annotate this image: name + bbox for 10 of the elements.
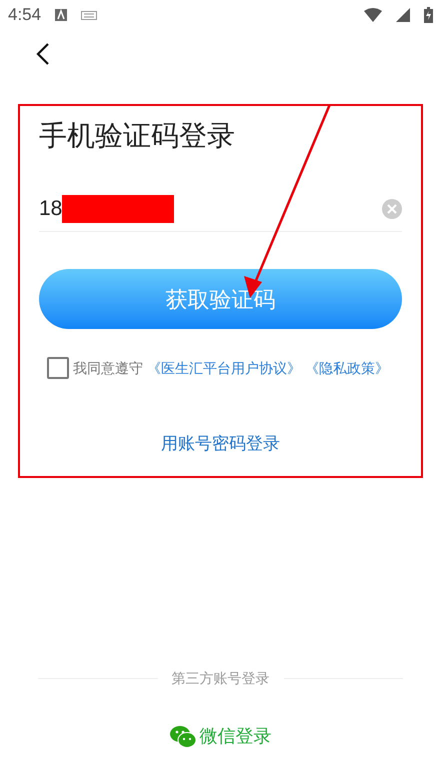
status-time: 4:54 xyxy=(8,4,42,26)
wechat-login-button[interactable]: 微信登录 xyxy=(170,723,272,750)
third-party-heading: 第三方账号登录 xyxy=(172,669,270,688)
agreement-link[interactable]: 《隐私政策》 xyxy=(305,358,389,378)
agreement-link[interactable]: 《医生汇平台用户协议》 xyxy=(147,358,301,378)
password-login-link[interactable]: 用账号密码登录 xyxy=(161,431,280,456)
get-code-button[interactable]: 获取验证码 xyxy=(39,269,402,329)
phone-field[interactable]: 18 xyxy=(39,186,402,232)
agreement-text: 我同意遵守 xyxy=(73,358,143,378)
page-title: 手机验证码登录 xyxy=(39,119,236,153)
